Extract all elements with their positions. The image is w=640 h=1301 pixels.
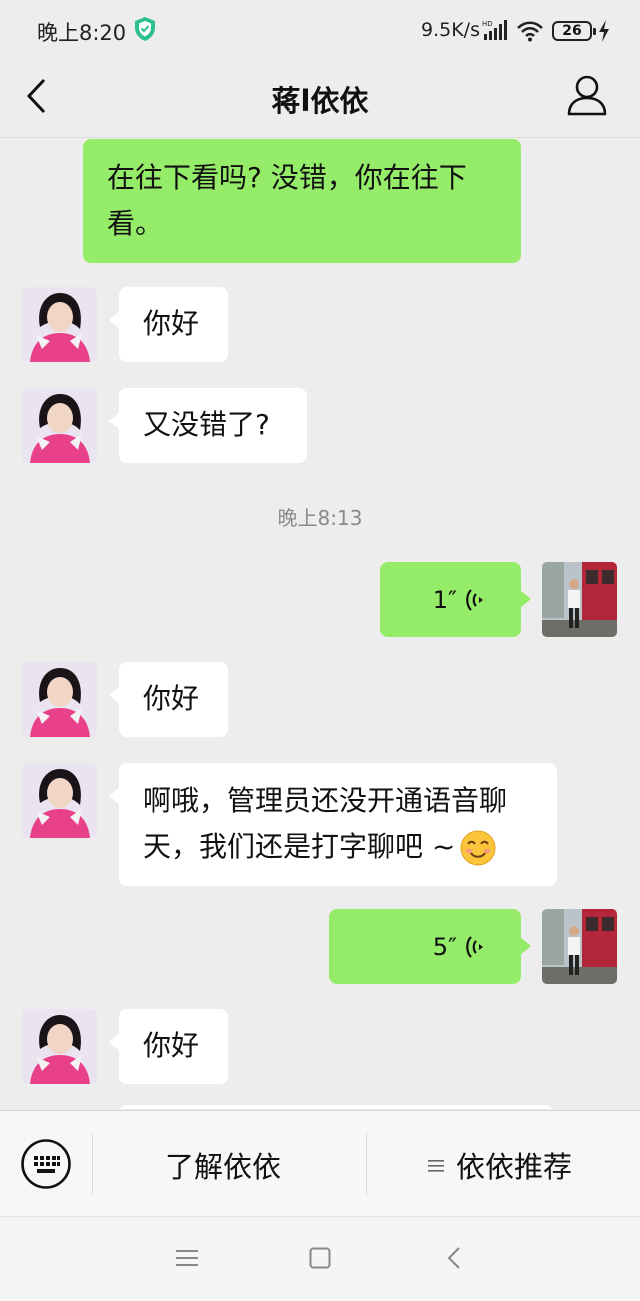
contact-avatar-image bbox=[22, 1009, 97, 1084]
message-bubble-incoming[interactable]: 又没错了? bbox=[109, 388, 307, 463]
contact-avatar-image bbox=[22, 763, 97, 838]
message-bubble-outgoing[interactable]: 在往下看吗? 没错，你在往下 看。 bbox=[83, 139, 521, 263]
contact-avatar-image bbox=[22, 662, 97, 737]
chat-bottom-menu: 了解依依 依依推荐 bbox=[0, 1110, 640, 1216]
contact-avatar-image bbox=[22, 388, 97, 463]
voice-duration: 1″ bbox=[432, 585, 457, 614]
home-square-icon[interactable] bbox=[309, 1247, 331, 1269]
my-avatar[interactable] bbox=[542, 909, 617, 984]
my-avatar-image bbox=[542, 562, 617, 637]
contact-avatar[interactable] bbox=[22, 287, 97, 362]
keyboard-icon[interactable] bbox=[20, 1138, 72, 1190]
recents-menu-icon[interactable] bbox=[176, 1247, 198, 1269]
message-text: 啊哦，管理员还没开通语音聊 bbox=[143, 784, 508, 817]
message-text: 你好 bbox=[143, 307, 200, 340]
chat-title: 蒋l依依 bbox=[271, 84, 369, 118]
status-bar: 晚上8:20 9.5K/s HD 26 bbox=[0, 0, 640, 60]
back-triangle-icon[interactable] bbox=[446, 1247, 462, 1269]
voice-duration: 5″ bbox=[432, 932, 457, 961]
security-shield-icon bbox=[135, 17, 155, 41]
contact-avatar[interactable] bbox=[22, 388, 97, 463]
my-avatar-image bbox=[542, 909, 617, 984]
status-time: 晚上8:20 bbox=[37, 21, 127, 45]
contact-avatar[interactable] bbox=[22, 1009, 97, 1084]
voice-wave-icon bbox=[466, 935, 483, 958]
battery-indicator: 26 bbox=[552, 21, 596, 41]
person-icon[interactable] bbox=[566, 73, 608, 117]
message-bubble-incoming[interactable]: 你好 bbox=[109, 287, 228, 362]
wifi-icon bbox=[517, 21, 543, 42]
message-text: 你好 bbox=[143, 1029, 200, 1062]
menu-divider bbox=[92, 1133, 93, 1195]
message-bubble-incoming[interactable]: 你好 bbox=[109, 662, 228, 737]
chat-header: 蒋l依依 bbox=[0, 60, 640, 138]
contact-avatar-image bbox=[22, 287, 97, 362]
message-text: 你好 bbox=[143, 682, 200, 715]
menu-item-about[interactable]: 了解依依 bbox=[165, 1144, 281, 1186]
smiling-face-emoji bbox=[460, 830, 496, 866]
signal-icon: HD bbox=[482, 20, 507, 40]
contact-avatar[interactable] bbox=[22, 763, 97, 838]
menu-lines-icon bbox=[428, 1160, 444, 1172]
voice-message-bubble[interactable]: 1″ bbox=[380, 562, 531, 637]
message-text: 在往下看吗? 没错，你在往下 bbox=[107, 161, 467, 194]
message-text: 又没错了? bbox=[143, 408, 270, 441]
voice-message-bubble[interactable]: 5″ bbox=[329, 909, 531, 984]
menu-item-recommend[interactable]: 依依推荐 bbox=[456, 1144, 572, 1186]
message-text: 看。 bbox=[107, 207, 164, 240]
charging-bolt-icon bbox=[599, 20, 609, 42]
contact-avatar[interactable] bbox=[22, 662, 97, 737]
my-avatar[interactable] bbox=[542, 562, 617, 637]
menu-divider bbox=[366, 1133, 367, 1195]
message-bubble-incoming[interactable]: 啊哦，管理员还没开通语音聊 天，我们还是打字聊吧 ~ bbox=[109, 763, 557, 886]
message-list[interactable]: 在往下看吗? 没错，你在往下 看。 你好 又没错了? 晚上8:13 1″ 你好 … bbox=[0, 139, 640, 1109]
message-bubble-incoming[interactable]: 你好 bbox=[109, 1009, 228, 1084]
network-badge: HD bbox=[482, 20, 493, 28]
message-text: 天，我们还是打字聊吧 ~ bbox=[143, 824, 533, 870]
message-bubble-partial bbox=[119, 1105, 553, 1109]
voice-wave-icon bbox=[466, 588, 483, 611]
network-speed: 9.5K/s bbox=[421, 19, 480, 41]
system-navigation-bar bbox=[0, 1216, 640, 1301]
message-timestamp: 晚上8:13 bbox=[277, 506, 363, 530]
